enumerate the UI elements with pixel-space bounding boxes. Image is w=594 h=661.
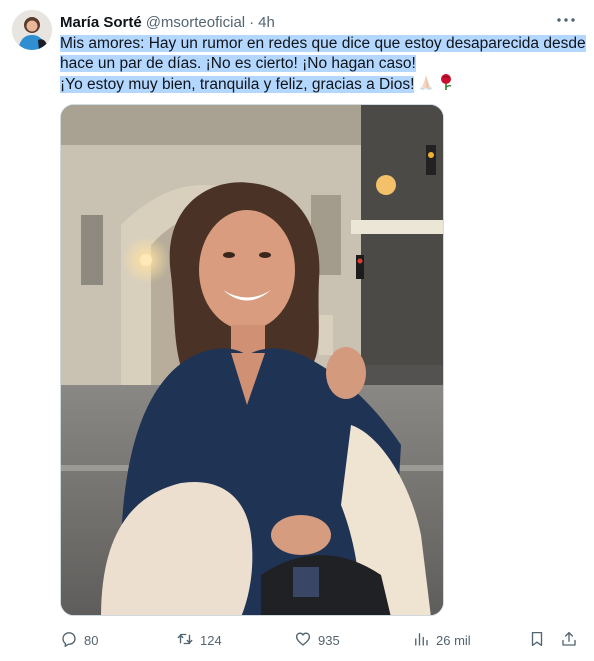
avatar[interactable] <box>12 10 52 50</box>
reply-icon <box>60 630 78 651</box>
reply-button[interactable]: 80 <box>60 628 98 652</box>
author-handle[interactable]: @msorteoficial <box>146 14 245 31</box>
photo-image <box>61 105 443 615</box>
tweet-line-text: ¡Yo estoy muy bien, tranquila y feliz, g… <box>60 76 415 93</box>
tweet-line-text: hace un par de días. ¡No es cierto! ¡No … <box>60 54 416 72</box>
author-name[interactable]: María Sorté <box>60 14 142 31</box>
repost-count: 124 <box>200 632 222 648</box>
bookmark-button[interactable] <box>528 628 546 652</box>
views-icon <box>412 630 430 651</box>
tweet-timestamp[interactable]: 4h <box>258 14 275 31</box>
praying-hands-icon <box>417 73 435 97</box>
avatar-image <box>12 10 52 50</box>
more-icon[interactable] <box>554 10 578 30</box>
tweet-line: hace un par de días. ¡No es cierto! ¡No … <box>60 54 586 74</box>
heart-icon <box>294 630 312 651</box>
rose-icon <box>438 73 454 97</box>
tweet-line: ¡Yo estoy muy bien, tranquila y feliz, g… <box>60 73 586 97</box>
like-button[interactable]: 935 <box>294 628 340 652</box>
tweet-line-text: Mis amores: Hay un rumor en redes que di… <box>60 35 586 52</box>
tweet-header: María Sorté @msorteoficial · 4h <box>60 12 580 32</box>
separator-dot: · <box>249 13 255 31</box>
like-count: 935 <box>318 632 340 648</box>
tweet-line: Mis amores: Hay un rumor en redes que di… <box>60 34 586 54</box>
views-count: 26 mil <box>436 632 471 648</box>
repost-button[interactable]: 124 <box>176 628 222 652</box>
views-button[interactable]: 26 mil <box>412 628 471 652</box>
repost-icon <box>176 630 194 651</box>
tweet-photo[interactable] <box>60 104 444 616</box>
reply-count: 80 <box>84 632 99 648</box>
share-button[interactable] <box>560 628 578 652</box>
tweet-actions: 80 124 935 26 mil <box>60 628 584 652</box>
share-icon <box>560 630 578 651</box>
tweet-text: Mis amores: Hay un rumor en redes que di… <box>60 34 586 97</box>
bookmark-icon <box>528 630 546 651</box>
